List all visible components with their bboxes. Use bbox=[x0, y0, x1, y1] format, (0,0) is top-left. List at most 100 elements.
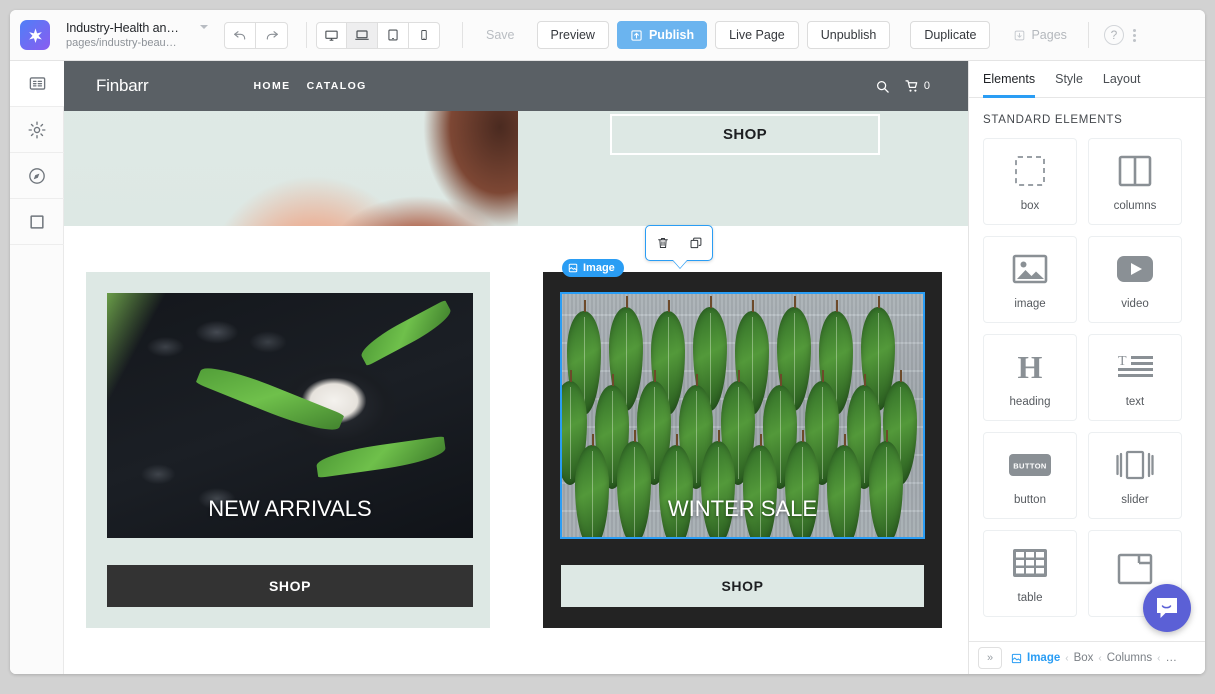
new-arrivals-card[interactable]: NEW ARRIVALS SHOP bbox=[86, 272, 490, 628]
expand-panel-button[interactable]: » bbox=[978, 647, 1002, 669]
page-path: pages/industry-beau… bbox=[66, 37, 177, 49]
breadcrumb-separator: ‹ bbox=[1065, 652, 1069, 664]
pages-label: Pages bbox=[1031, 28, 1067, 42]
winter-sale-image[interactable]: WINTER SALE bbox=[561, 293, 924, 538]
element-card-table[interactable]: table bbox=[983, 530, 1077, 617]
breadcrumb-box[interactable]: Box bbox=[1074, 652, 1094, 664]
site-nav: HOME CATALOG bbox=[253, 80, 366, 92]
divider bbox=[462, 22, 463, 48]
play-video-icon bbox=[1116, 249, 1154, 289]
site-header[interactable]: Finbarr HOME CATALOG 0 bbox=[64, 61, 968, 111]
page-selector[interactable]: Industry-Health an… pages/industry-beau… bbox=[66, 21, 208, 49]
nav-link-home[interactable]: HOME bbox=[253, 80, 290, 92]
element-card-button[interactable]: BUTTON button bbox=[983, 432, 1077, 519]
tablet-icon bbox=[388, 29, 398, 41]
app-logo[interactable] bbox=[20, 20, 50, 50]
chat-launcher[interactable] bbox=[1143, 584, 1191, 632]
element-card-image[interactable]: image bbox=[983, 236, 1077, 323]
sidebar-item-pages-panel[interactable] bbox=[10, 61, 64, 107]
duplicate-element-button[interactable] bbox=[684, 231, 708, 255]
sidebar-item-navigator[interactable] bbox=[10, 153, 64, 199]
laptop-icon bbox=[355, 30, 369, 40]
element-card-heading[interactable]: H heading bbox=[983, 334, 1077, 421]
top-toolbar: Industry-Health an… pages/industry-beau… bbox=[10, 10, 1205, 61]
tab-style[interactable]: Style bbox=[1055, 61, 1083, 98]
unpublish-button[interactable]: Unpublish bbox=[806, 21, 891, 49]
two-columns-icon bbox=[1117, 151, 1153, 191]
svg-text:H: H bbox=[1018, 350, 1043, 384]
duplicate-button[interactable]: Duplicate bbox=[910, 21, 991, 49]
help-button[interactable]: ? bbox=[1103, 25, 1124, 45]
desktop-icon bbox=[325, 30, 338, 41]
chevron-down-icon[interactable] bbox=[200, 25, 208, 29]
sidebar-item-box-tool[interactable] bbox=[10, 199, 64, 245]
device-tablet-button[interactable] bbox=[378, 21, 409, 49]
element-label: text bbox=[1125, 396, 1145, 408]
aloe-leaf-art bbox=[314, 435, 447, 478]
device-laptop-button[interactable] bbox=[347, 21, 378, 49]
element-label: columns bbox=[1113, 200, 1157, 212]
aloe-leaf-art bbox=[356, 300, 456, 367]
cream-jar-photo-art: NEW ARRIVALS bbox=[107, 293, 473, 538]
winter-sale-card[interactable]: Image WINTER SALE SHOP bbox=[543, 225, 942, 628]
element-card-columns[interactable]: columns bbox=[1088, 138, 1182, 225]
list-panel-icon bbox=[29, 77, 45, 90]
gear-icon bbox=[28, 121, 46, 138]
breadcrumb-image[interactable]: Image bbox=[1027, 652, 1060, 664]
standard-elements-heading: STANDARD ELEMENTS bbox=[983, 114, 1123, 126]
breadcrumb-overflow[interactable]: … bbox=[1166, 652, 1178, 664]
kebab-menu-icon[interactable] bbox=[1127, 28, 1143, 42]
cart-icon bbox=[905, 79, 918, 92]
element-card-video[interactable]: video bbox=[1088, 236, 1182, 323]
layout-icon bbox=[1117, 549, 1153, 589]
nav-link-catalog[interactable]: CATALOG bbox=[307, 80, 367, 92]
save-button[interactable]: Save bbox=[472, 21, 529, 49]
element-label: button bbox=[1014, 494, 1046, 506]
device-mobile-button[interactable] bbox=[409, 21, 440, 49]
undo-button[interactable] bbox=[224, 21, 256, 49]
tab-layout[interactable]: Layout bbox=[1103, 61, 1141, 98]
image-element-icon bbox=[568, 263, 578, 273]
preview-button[interactable]: Preview bbox=[536, 21, 609, 49]
winter-sale-shop-button[interactable]: SHOP bbox=[561, 565, 924, 607]
element-card-slider[interactable]: slider bbox=[1088, 432, 1182, 519]
device-desktop-button[interactable] bbox=[316, 21, 347, 49]
element-label: video bbox=[1121, 298, 1149, 310]
new-arrivals-shop-button[interactable]: SHOP bbox=[107, 565, 473, 607]
tab-elements[interactable]: Elements bbox=[983, 61, 1036, 98]
publish-button[interactable]: Publish bbox=[616, 21, 708, 49]
elements-grid: box columns image video H heading T text… bbox=[969, 138, 1205, 617]
page-canvas[interactable]: SHOP Finbarr HOME CATALOG 0 NEW ARRIVALS… bbox=[64, 61, 968, 674]
sidebar-item-settings[interactable] bbox=[10, 107, 64, 153]
breadcrumb-separator: ‹ bbox=[1157, 652, 1161, 664]
new-arrivals-image[interactable]: NEW ARRIVALS bbox=[107, 293, 473, 538]
element-card-text[interactable]: T text bbox=[1088, 334, 1182, 421]
button-icon: BUTTON bbox=[1008, 445, 1052, 485]
redo-button[interactable] bbox=[256, 21, 288, 49]
element-card-box[interactable]: box bbox=[983, 138, 1077, 225]
hero-shop-button[interactable]: SHOP bbox=[610, 114, 880, 155]
element-label: image bbox=[1014, 298, 1046, 310]
history-controls bbox=[224, 21, 288, 49]
svg-text:T: T bbox=[1118, 354, 1127, 369]
element-label: box bbox=[1020, 200, 1040, 212]
divider bbox=[1087, 22, 1089, 48]
delete-element-button[interactable] bbox=[651, 231, 675, 255]
live-page-button[interactable]: Live Page bbox=[715, 21, 799, 49]
element-label: table bbox=[1017, 592, 1043, 604]
cart-count: 0 bbox=[923, 80, 930, 92]
selection-toolbar-pointer bbox=[673, 260, 687, 268]
trash-icon bbox=[657, 237, 668, 249]
breadcrumb-columns[interactable]: Columns bbox=[1107, 652, 1152, 664]
redo-icon bbox=[266, 31, 278, 40]
pages-button[interactable]: Pages bbox=[1000, 21, 1079, 49]
compass-icon bbox=[29, 167, 45, 184]
help-group: ? bbox=[1103, 25, 1143, 45]
app-window: Industry-Health an… pages/industry-beau… bbox=[10, 10, 1205, 674]
left-rail bbox=[10, 61, 64, 674]
cart-widget[interactable]: 0 bbox=[904, 79, 930, 94]
site-logo[interactable]: Finbarr bbox=[96, 76, 149, 96]
winter-sale-caption: WINTER SALE bbox=[667, 496, 818, 521]
search-icon[interactable] bbox=[875, 79, 890, 94]
selection-badge[interactable]: Image bbox=[562, 259, 624, 277]
